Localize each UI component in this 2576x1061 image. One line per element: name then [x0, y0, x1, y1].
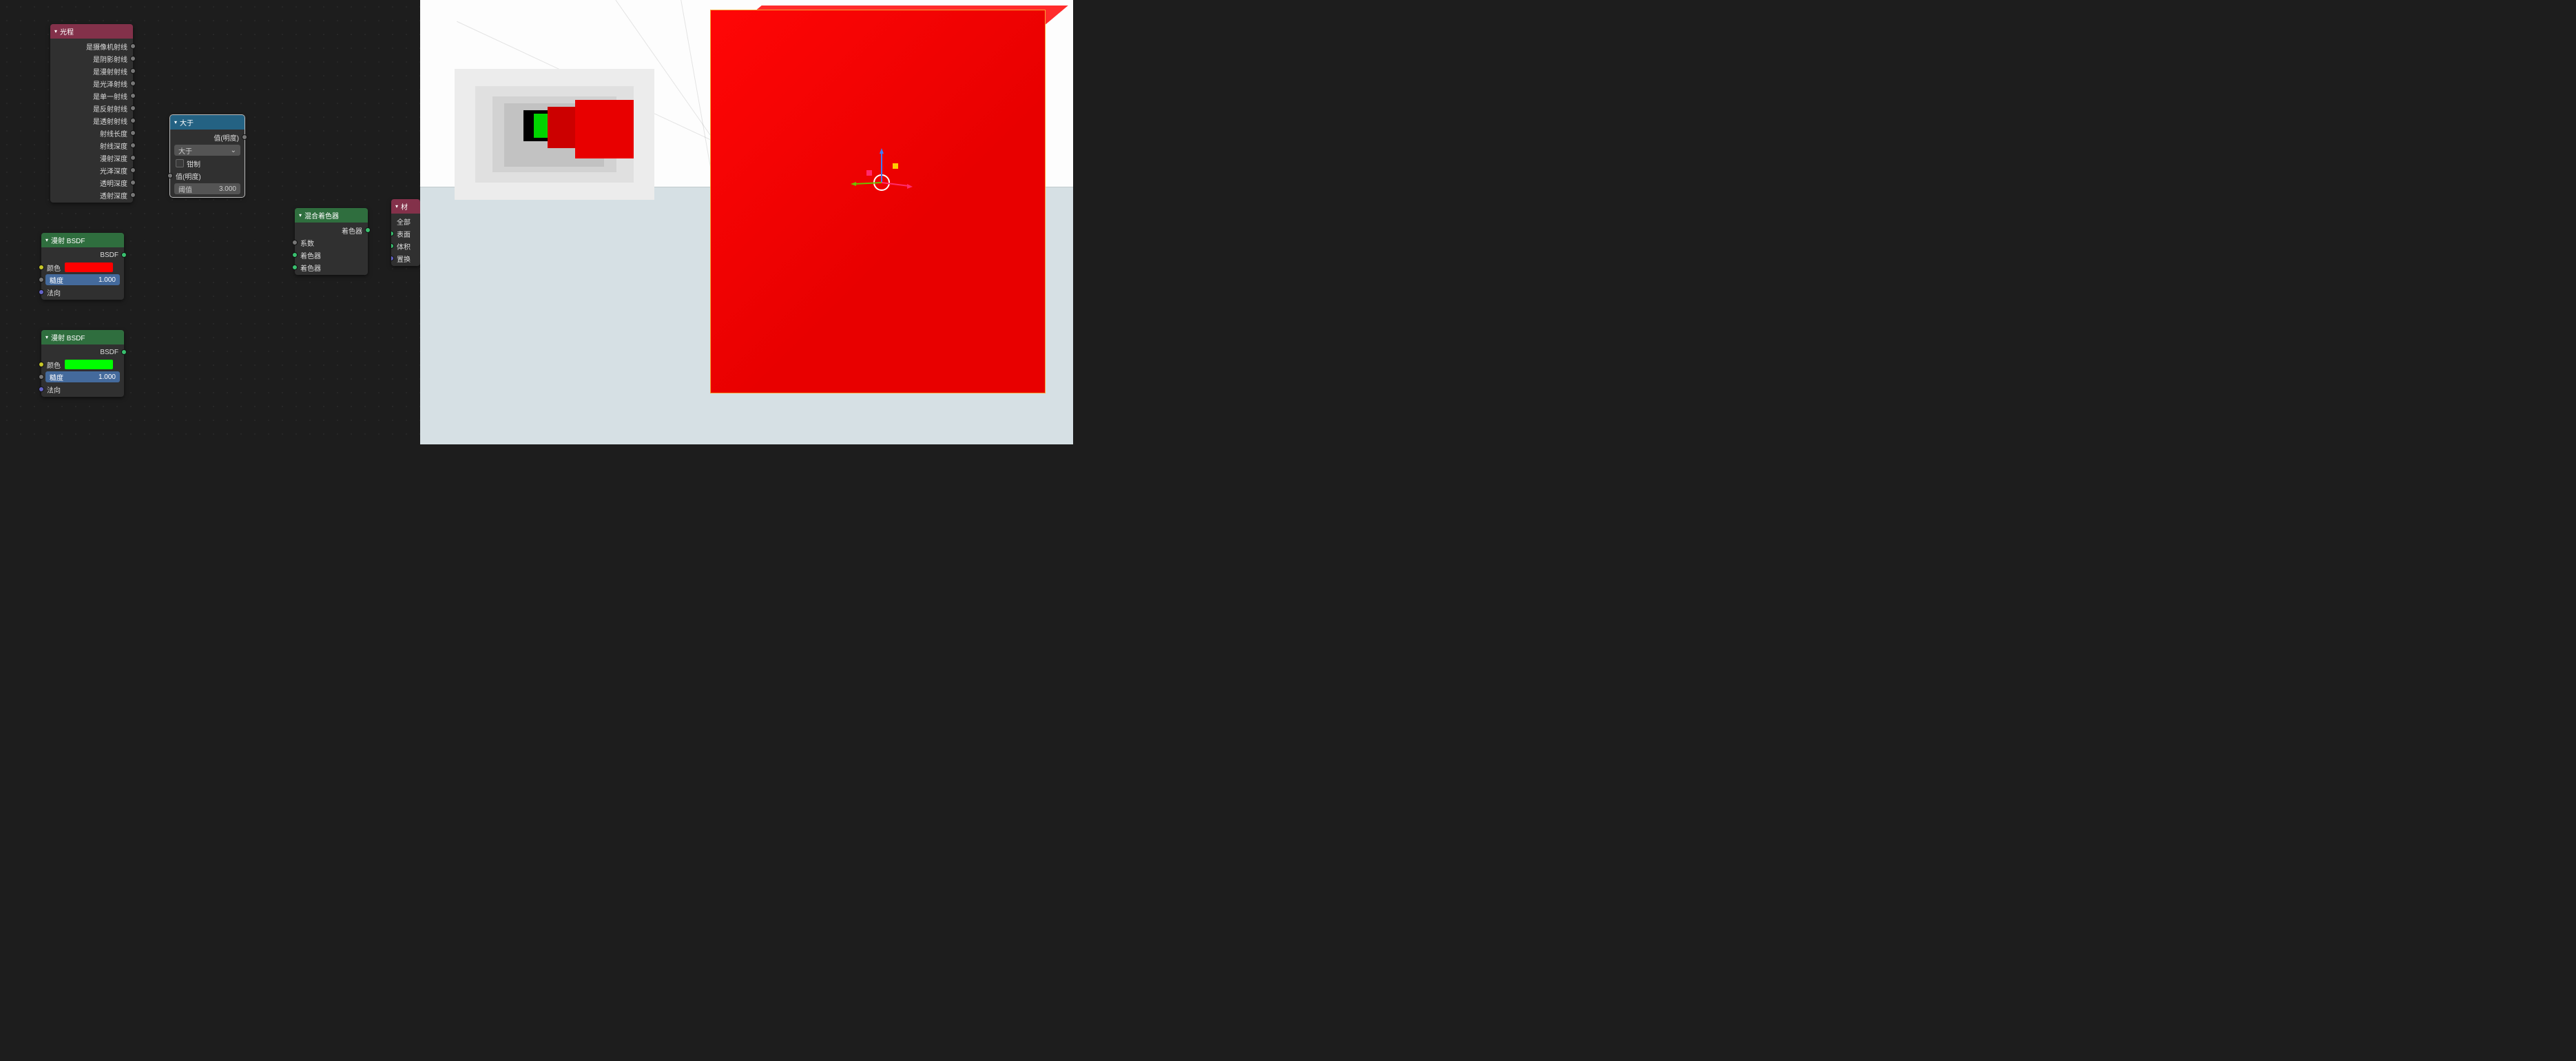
gizmo-handle-icon: [893, 163, 898, 169]
node-title: 漫射 BSDF: [51, 235, 85, 245]
transform-gizmo[interactable]: [861, 162, 902, 203]
viewport-3d[interactable]: [420, 0, 1073, 444]
node-title: 混合着色器: [304, 210, 339, 220]
input-color[interactable]: 颜色: [41, 358, 124, 371]
color-swatch[interactable]: [65, 262, 113, 272]
chevron-down-icon: ▾: [395, 203, 398, 209]
gizmo-handle-icon: [866, 170, 872, 176]
input-shader-1[interactable]: 着色器: [295, 249, 368, 261]
input-roughness[interactable]: 糙度1.000: [41, 371, 124, 383]
chevron-down-icon: ▾: [45, 237, 48, 243]
node-light-path[interactable]: ▾ 光程 是摄像机射线 是阴影射线 是漫射射线 是光泽射线 是单一射线 是反射射…: [50, 24, 133, 203]
node-math-greater[interactable]: ▾ 大于 值(明度) 大于⌄ 钳制 值(明度) 阈值3.000: [170, 115, 245, 197]
threshold-field[interactable]: 阈值3.000: [174, 183, 240, 194]
output-socket[interactable]: 漫射深度: [50, 152, 133, 164]
output-socket[interactable]: 透明深度: [50, 176, 133, 189]
output-value[interactable]: 值(明度): [170, 131, 245, 143]
node-header[interactable]: ▾ 漫射 BSDF: [41, 233, 124, 247]
node-diffuse-bsdf-2[interactable]: ▾ 漫射 BSDF BSDF 颜色 糙度1.000 法向: [41, 330, 124, 397]
clamp-checkbox[interactable]: 钳制: [170, 157, 245, 169]
node-diffuse-bsdf-1[interactable]: ▾ 漫射 BSDF BSDF 颜色 糙度1.000 法向: [41, 233, 124, 300]
output-bsdf[interactable]: BSDF: [41, 249, 124, 261]
output-socket[interactable]: 是阴影射线: [50, 52, 133, 65]
app-root: ▾ 光程 是摄像机射线 是阴影射线 是漫射射线 是光泽射线 是单一射线 是反射射…: [0, 0, 1073, 444]
node-header[interactable]: ▾ 材: [391, 199, 420, 214]
chevron-down-icon: ⌄: [231, 147, 236, 154]
node-body: 是摄像机射线 是阴影射线 是漫射射线 是光泽射线 是单一射线 是反射射线 是透射…: [50, 39, 133, 203]
input-roughness[interactable]: 糙度1.000: [41, 274, 124, 286]
input-normal[interactable]: 法向: [41, 383, 124, 395]
output-shader[interactable]: 着色器: [295, 224, 368, 236]
gizmo-axes-icon: [840, 141, 923, 224]
output-bsdf[interactable]: BSDF: [41, 346, 124, 358]
node-header[interactable]: ▾ 光程: [50, 24, 133, 39]
output-socket[interactable]: 是漫射射线: [50, 65, 133, 77]
input-volume[interactable]: 体积: [391, 240, 420, 252]
node-title: 光程: [60, 26, 74, 37]
node-body: 全部 表面 体积 置换: [391, 214, 420, 266]
node-header[interactable]: ▾ 混合着色器: [295, 208, 368, 223]
node-editor[interactable]: ▾ 光程 是摄像机射线 是阴影射线 是漫射射线 是光泽射线 是单一射线 是反射射…: [0, 0, 420, 444]
node-body: 值(明度) 大于⌄ 钳制 值(明度) 阈值3.000: [170, 130, 245, 197]
node-title: 漫射 BSDF: [51, 332, 85, 342]
input-displacement[interactable]: 置换: [391, 252, 420, 265]
target-label: 全部: [391, 215, 420, 227]
chevron-down-icon: ▾: [54, 28, 57, 34]
output-socket[interactable]: 射线深度: [50, 139, 133, 152]
chevron-down-icon: ▾: [299, 212, 302, 218]
output-socket[interactable]: 是单一射线: [50, 90, 133, 102]
node-body: BSDF 颜色 糙度1.000 法向: [41, 344, 124, 397]
output-socket[interactable]: 透射深度: [50, 189, 133, 201]
input-shader-2[interactable]: 着色器: [295, 261, 368, 274]
node-header[interactable]: ▾ 大于: [170, 115, 245, 130]
output-socket[interactable]: 光泽深度: [50, 164, 133, 176]
output-socket[interactable]: 是摄像机射线: [50, 40, 133, 52]
output-socket[interactable]: 是反射射线: [50, 102, 133, 114]
operation-dropdown[interactable]: 大于⌄: [174, 145, 240, 156]
node-body: 着色器 系数 着色器 着色器: [295, 223, 368, 275]
node-title: 材: [401, 201, 408, 212]
chevron-down-icon: ▾: [45, 334, 48, 340]
output-socket[interactable]: 射线长度: [50, 127, 133, 139]
input-color[interactable]: 颜色: [41, 261, 124, 274]
input-surface[interactable]: 表面: [391, 227, 420, 240]
node-body: BSDF 颜色 糙度1.000 法向: [41, 247, 124, 300]
chevron-down-icon: ▾: [174, 119, 177, 125]
output-socket[interactable]: 是光泽射线: [50, 77, 133, 90]
node-mix-shader[interactable]: ▾ 混合着色器 着色器 系数 着色器 着色器: [295, 208, 368, 275]
input-value[interactable]: 值(明度): [170, 169, 245, 182]
node-header[interactable]: ▾ 漫射 BSDF: [41, 330, 124, 344]
node-material-output[interactable]: ▾ 材 全部 表面 体积 置换: [391, 199, 420, 266]
color-swatch[interactable]: [65, 360, 113, 369]
output-socket[interactable]: 是透射射线: [50, 114, 133, 127]
mirror-reflection: [455, 69, 654, 200]
input-fac[interactable]: 系数: [295, 236, 368, 249]
input-normal[interactable]: 法向: [41, 286, 124, 298]
node-title: 大于: [180, 117, 194, 127]
